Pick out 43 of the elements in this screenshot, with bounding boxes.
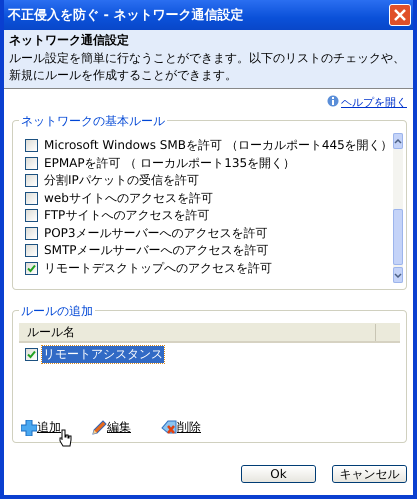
rule-item[interactable]: リモートアシスタンス bbox=[42, 346, 164, 363]
rule-label: SMTPメールサーバーへのアクセスを許可 bbox=[44, 242, 269, 260]
scroll-thumb[interactable] bbox=[392, 209, 403, 265]
checkbox[interactable] bbox=[25, 139, 38, 152]
rule-label: webサイトへのアクセスを許可 bbox=[44, 190, 213, 207]
scrollbar[interactable] bbox=[392, 133, 403, 283]
action-link[interactable]: 削除 bbox=[177, 419, 201, 436]
plus-icon bbox=[21, 420, 37, 436]
rule-label: POP3メールサーバーへのアクセスを許可 bbox=[44, 224, 268, 242]
action-link[interactable]: 編集 bbox=[107, 419, 131, 436]
rule-label: EPMAPを許可 （ ローカルポート135を開く） bbox=[44, 154, 296, 172]
checkbox[interactable] bbox=[25, 174, 38, 188]
column-title: ルール名 bbox=[27, 324, 376, 340]
help-link[interactable]: ヘルプを開く bbox=[341, 95, 407, 110]
info-icon bbox=[327, 95, 339, 107]
hand-cursor-icon bbox=[59, 429, 73, 447]
scroll-down-button[interactable] bbox=[392, 267, 403, 283]
rule-label: 分割IPパケットの受信を許可 bbox=[44, 172, 199, 190]
caret-up-icon bbox=[394, 138, 402, 144]
header-title: ネットワーク通信設定 bbox=[9, 32, 130, 49]
caret-down-icon bbox=[394, 272, 402, 278]
close-button[interactable] bbox=[389, 4, 411, 26]
dialog-button[interactable]: Ok bbox=[241, 465, 316, 483]
dialog-button[interactable]: キャンセル bbox=[332, 465, 407, 483]
checkbox[interactable] bbox=[25, 348, 38, 361]
rule-label: リモートデスクトップへのアクセスを許可 bbox=[44, 260, 272, 277]
scroll-up-button[interactable] bbox=[392, 133, 403, 149]
checkbox[interactable] bbox=[25, 192, 38, 205]
checkbox[interactable] bbox=[25, 262, 38, 275]
close-icon bbox=[394, 9, 406, 21]
column-header[interactable]: ルール名 bbox=[19, 323, 400, 343]
checkbox[interactable] bbox=[25, 226, 38, 240]
checkbox[interactable] bbox=[25, 156, 38, 170]
checkbox[interactable] bbox=[25, 209, 38, 222]
rule-label: FTPサイトへのアクセスを許可 bbox=[44, 207, 210, 224]
pencil-icon bbox=[91, 420, 107, 436]
delete-icon bbox=[161, 420, 177, 436]
action-link[interactable]: 追加 bbox=[37, 419, 61, 436]
rule-label: Microsoft Windows SMBを許可 （ローカルポート445を開く） bbox=[44, 137, 393, 154]
header-description: ルール設定を簡単に行なうことができます。以下のリストのチェックや、新規にルールを作成することができます。 bbox=[9, 50, 406, 84]
group-title: ネットワークの基本ルール bbox=[19, 113, 167, 130]
window-title: 不正侵入を防ぐ - ネットワーク通信設定 bbox=[8, 6, 244, 24]
checkbox[interactable] bbox=[25, 244, 38, 258]
